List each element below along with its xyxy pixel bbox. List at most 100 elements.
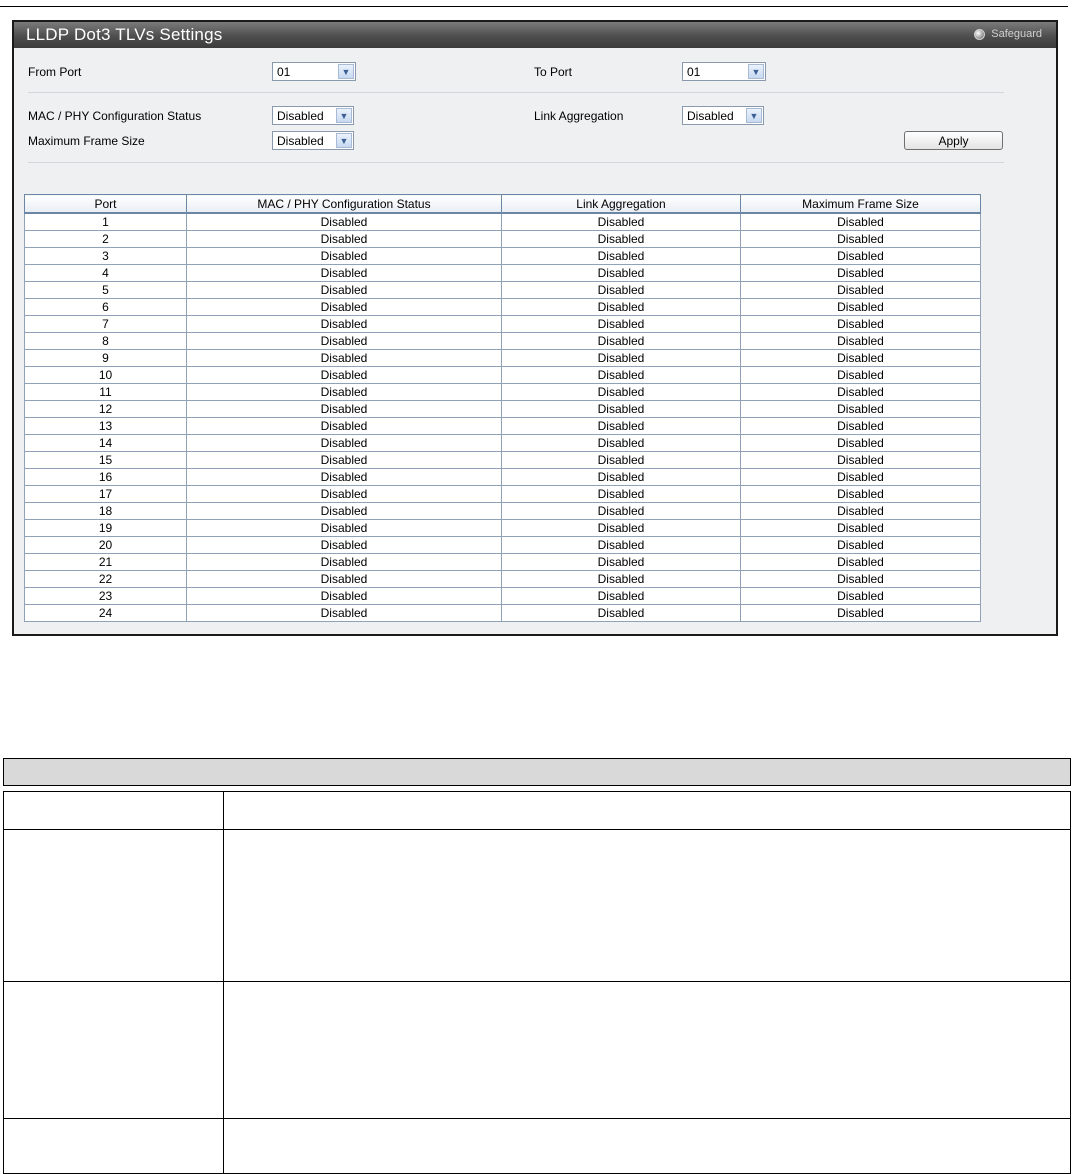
max-frame-size-value: Disabled — [277, 133, 324, 148]
col-header-max-frame-size: Maximum Frame Size — [740, 194, 981, 214]
doc-cell — [3, 1118, 224, 1174]
table-row: 9 Disabled Disabled Disabled — [24, 349, 981, 367]
cell-port: 12 — [24, 400, 187, 418]
cell-port: 8 — [24, 332, 187, 350]
from-port-select[interactable]: 01 ▼ — [272, 62, 356, 81]
link-aggregation-label: Link Aggregation — [534, 109, 624, 123]
cell-max-frame-size: Disabled — [740, 264, 981, 282]
col-header-port: Port — [24, 194, 187, 214]
col-header-link-aggregation: Link Aggregation — [501, 194, 741, 214]
cell-mac-phy: Disabled — [186, 604, 502, 622]
cell-port: 19 — [24, 519, 187, 537]
doc-table-header — [3, 758, 1071, 786]
cell-mac-phy: Disabled — [186, 281, 502, 299]
link-aggregation-select[interactable]: Disabled ▼ — [682, 106, 764, 125]
cell-mac-phy: Disabled — [186, 570, 502, 588]
table-row: 14 Disabled Disabled Disabled — [24, 434, 981, 452]
cell-link-aggregation: Disabled — [501, 366, 741, 384]
table-row: 10 Disabled Disabled Disabled — [24, 366, 981, 384]
cell-mac-phy: Disabled — [186, 332, 502, 350]
cell-max-frame-size: Disabled — [740, 400, 981, 418]
cell-max-frame-size: Disabled — [740, 366, 981, 384]
table-row: 20 Disabled Disabled Disabled — [24, 536, 981, 554]
cell-max-frame-size: Disabled — [740, 485, 981, 503]
cell-max-frame-size: Disabled — [740, 502, 981, 520]
cell-mac-phy: Disabled — [186, 366, 502, 384]
cell-mac-phy: Disabled — [186, 587, 502, 605]
max-frame-size-select[interactable]: Disabled ▼ — [272, 131, 354, 150]
cell-port: 11 — [24, 383, 187, 401]
doc-row — [3, 1118, 1071, 1174]
cell-max-frame-size: Disabled — [740, 298, 981, 316]
doc-description-table — [3, 791, 1071, 1174]
mac-phy-select[interactable]: Disabled ▼ — [272, 106, 354, 125]
table-row: 17 Disabled Disabled Disabled — [24, 485, 981, 503]
cell-mac-phy: Disabled — [186, 417, 502, 435]
cell-link-aggregation: Disabled — [501, 212, 741, 231]
cell-max-frame-size: Disabled — [740, 332, 981, 350]
cell-max-frame-size: Disabled — [740, 604, 981, 622]
table-row: 15 Disabled Disabled Disabled — [24, 451, 981, 469]
table-row: 12 Disabled Disabled Disabled — [24, 400, 981, 418]
cell-link-aggregation: Disabled — [501, 400, 741, 418]
dot3-tlvs-table: Port MAC / PHY Configuration Status Link… — [24, 194, 981, 622]
apply-button[interactable]: Apply — [904, 131, 1003, 150]
separator — [28, 162, 1004, 163]
table-row: 16 Disabled Disabled Disabled — [24, 468, 981, 486]
table-row: 2 Disabled Disabled Disabled — [24, 230, 981, 248]
cell-mac-phy: Disabled — [186, 264, 502, 282]
cell-mac-phy: Disabled — [186, 349, 502, 367]
link-aggregation-value: Disabled — [687, 108, 734, 123]
to-port-label: To Port — [534, 65, 573, 79]
cell-port: 22 — [24, 570, 187, 588]
cell-max-frame-size: Disabled — [740, 417, 981, 435]
doc-cell — [223, 981, 1071, 1119]
separator — [28, 92, 1004, 93]
cell-mac-phy: Disabled — [186, 485, 502, 503]
table-row: 23 Disabled Disabled Disabled — [24, 587, 981, 605]
cell-port: 14 — [24, 434, 187, 452]
doc-row — [3, 981, 1071, 1119]
cell-link-aggregation: Disabled — [501, 349, 741, 367]
table-row: 19 Disabled Disabled Disabled — [24, 519, 981, 537]
cell-mac-phy: Disabled — [186, 553, 502, 571]
from-port-value: 01 — [277, 64, 291, 79]
cell-mac-phy: Disabled — [186, 230, 502, 248]
cell-link-aggregation: Disabled — [501, 604, 741, 622]
cell-max-frame-size: Disabled — [740, 212, 981, 231]
top-rule — [0, 6, 1068, 7]
safeguard-indicator[interactable]: Safeguard — [974, 28, 1042, 40]
cell-mac-phy: Disabled — [186, 400, 502, 418]
table-row: 22 Disabled Disabled Disabled — [24, 570, 981, 588]
page-title: LLDP Dot3 TLVs Settings — [26, 25, 223, 44]
cell-max-frame-size: Disabled — [740, 349, 981, 367]
doc-cell — [223, 829, 1071, 982]
doc-cell — [3, 791, 224, 830]
cell-port: 23 — [24, 587, 187, 605]
table-row: 3 Disabled Disabled Disabled — [24, 247, 981, 265]
safeguard-label: Safeguard — [991, 28, 1042, 40]
cell-link-aggregation: Disabled — [501, 434, 741, 452]
cell-max-frame-size: Disabled — [740, 230, 981, 248]
table-row: 13 Disabled Disabled Disabled — [24, 417, 981, 435]
cell-mac-phy: Disabled — [186, 298, 502, 316]
table-row: 24 Disabled Disabled Disabled — [24, 604, 981, 622]
cell-max-frame-size: Disabled — [740, 570, 981, 588]
cell-link-aggregation: Disabled — [501, 230, 741, 248]
cell-port: 4 — [24, 264, 187, 282]
cell-link-aggregation: Disabled — [501, 315, 741, 333]
to-port-select[interactable]: 01 ▼ — [682, 62, 766, 81]
cell-max-frame-size: Disabled — [740, 468, 981, 486]
table-row: 5 Disabled Disabled Disabled — [24, 281, 981, 299]
cell-max-frame-size: Disabled — [740, 281, 981, 299]
cell-link-aggregation: Disabled — [501, 570, 741, 588]
cell-mac-phy: Disabled — [186, 536, 502, 554]
cell-mac-phy: Disabled — [186, 519, 502, 537]
cell-port: 13 — [24, 417, 187, 435]
cell-link-aggregation: Disabled — [501, 519, 741, 537]
status-dot-icon — [974, 28, 986, 40]
cell-link-aggregation: Disabled — [501, 383, 741, 401]
cell-mac-phy: Disabled — [186, 383, 502, 401]
cell-link-aggregation: Disabled — [501, 298, 741, 316]
cell-link-aggregation: Disabled — [501, 587, 741, 605]
